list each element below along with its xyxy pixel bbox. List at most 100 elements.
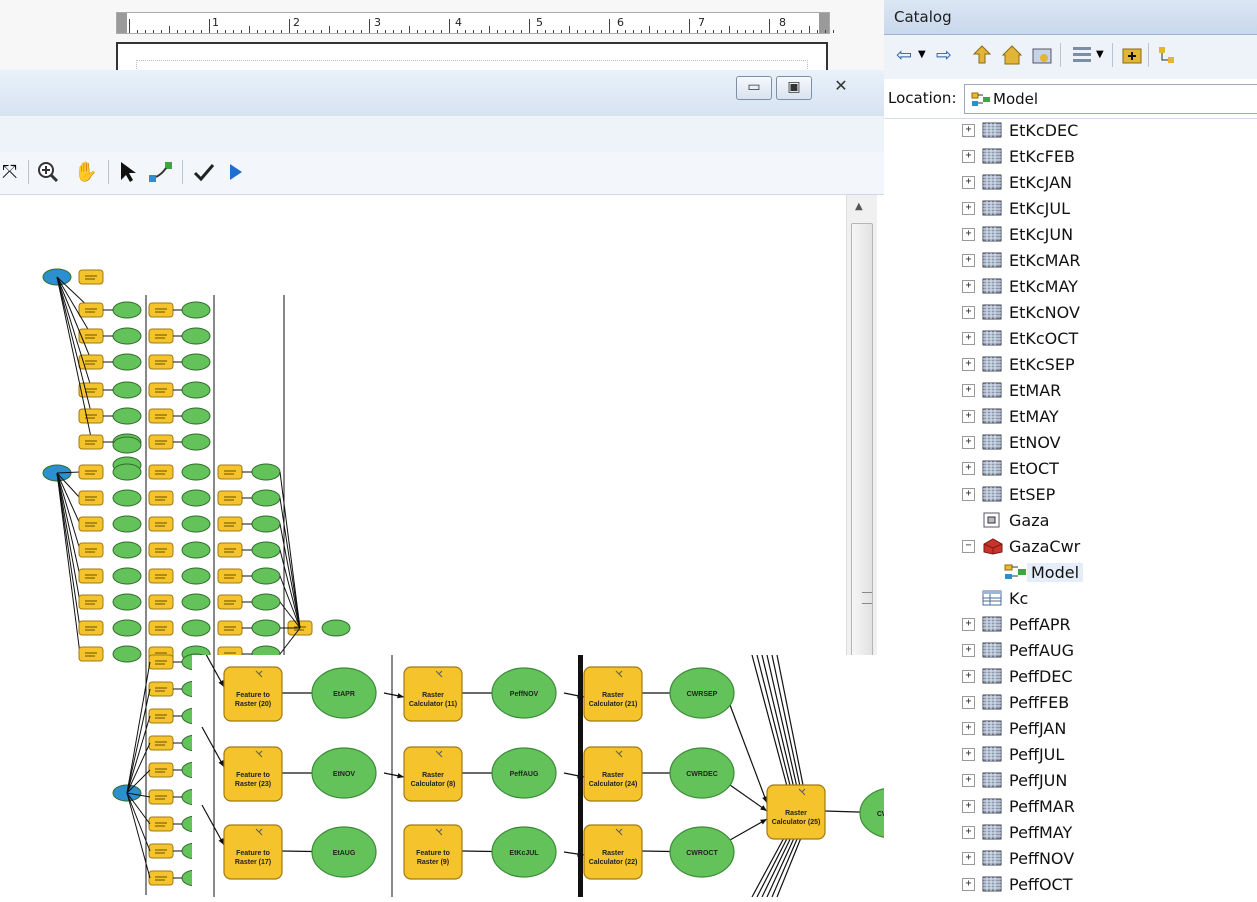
data-node-label: PeffAUG xyxy=(510,771,539,778)
dropdown-icon[interactable]: ▼ xyxy=(918,43,926,67)
validate-check-icon[interactable] xyxy=(192,160,216,184)
close-button[interactable]: ✕ xyxy=(816,76,866,98)
expand-icon[interactable]: + xyxy=(962,878,975,891)
connect-icon[interactable] xyxy=(148,160,174,184)
new-item-icon[interactable] xyxy=(1120,43,1144,67)
catalog-item-etkcjul[interactable]: + EtKcJUL xyxy=(884,196,1257,222)
expand-icon[interactable]: + xyxy=(962,748,975,761)
zoom-in-icon[interactable] xyxy=(36,160,60,184)
expand-icon[interactable]: + xyxy=(962,800,975,813)
expand-icon[interactable]: + xyxy=(962,176,975,189)
home-folder-icon[interactable] xyxy=(1000,43,1024,67)
catalog-item-etmay[interactable]: + EtMAY xyxy=(884,404,1257,430)
catalog-item-label: PeffAPR xyxy=(1009,615,1071,634)
expand-icon[interactable]: + xyxy=(962,826,975,839)
expand-icon[interactable]: + xyxy=(962,618,975,631)
catalog-item-etkcsep[interactable]: + EtKcSEP xyxy=(884,352,1257,378)
catalog-item-kc[interactable]: Kc xyxy=(884,586,1257,612)
catalog-item-etnov[interactable]: + EtNOV xyxy=(884,430,1257,456)
expand-icon[interactable]: + xyxy=(962,436,975,449)
pan-hand-icon[interactable]: ✋ xyxy=(74,160,98,184)
expand-icon[interactable]: + xyxy=(962,852,975,865)
expand-icon[interactable]: + xyxy=(962,150,975,163)
mini-tool-node xyxy=(148,708,174,724)
expand-icon[interactable]: + xyxy=(962,332,975,345)
catalog-item-peffmay[interactable]: + PeffMAY xyxy=(884,820,1257,846)
back-icon[interactable]: ⇦ xyxy=(896,43,912,67)
expand-icon[interactable]: + xyxy=(962,644,975,657)
connect-folder-icon[interactable] xyxy=(1030,43,1054,67)
catalog-item-etkcnov[interactable]: + EtKcNOV xyxy=(884,300,1257,326)
mini-data-node xyxy=(251,489,281,507)
expand-icon[interactable]: + xyxy=(962,358,975,371)
raster-icon xyxy=(982,615,1002,633)
catalog-item-etmar[interactable]: + EtMAR xyxy=(884,378,1257,404)
catalog-item-peffapr[interactable]: + PeffAPR xyxy=(884,612,1257,638)
catalog-item-label: EtKcJUL xyxy=(1009,199,1071,218)
catalog-item-pefffeb[interactable]: + PeffFEB xyxy=(884,690,1257,716)
expand-icon[interactable]: + xyxy=(962,124,975,137)
catalog-item-etkcmar[interactable]: + EtKcMAR xyxy=(884,248,1257,274)
catalog-item-etsep[interactable]: + EtSEP xyxy=(884,482,1257,508)
catalog-item-peffmar[interactable]: + PeffMAR xyxy=(884,794,1257,820)
catalog-title: Catalog xyxy=(884,0,1257,35)
tree-toggle-icon[interactable] xyxy=(1156,43,1180,67)
catalog-item-etkcjan[interactable]: + EtKcJAN xyxy=(884,170,1257,196)
mini-tool-node xyxy=(148,464,174,480)
catalog-item-peffjun[interactable]: + PeffJUN xyxy=(884,768,1257,794)
catalog-item-etkcmay[interactable]: + EtKcMAY xyxy=(884,274,1257,300)
location-input[interactable]: Model xyxy=(964,84,1257,114)
catalog-item-etoct[interactable]: + EtOCT xyxy=(884,456,1257,482)
expand-icon[interactable]: + xyxy=(962,280,975,293)
collapse-icon[interactable]: − xyxy=(962,540,975,553)
dropdown-icon[interactable]: ▼ xyxy=(1096,43,1104,67)
expand-icon[interactable]: + xyxy=(962,384,975,397)
tool-node-label: Calculator (22) xyxy=(589,859,638,866)
run-icon[interactable] xyxy=(226,160,246,184)
window-titlebar[interactable]: ▭ ▣ ✕ xyxy=(0,70,884,117)
catalog-item-etkcjun[interactable]: + EtKcJUN xyxy=(884,222,1257,248)
catalog-item-peffnov[interactable]: + PeffNOV xyxy=(884,846,1257,872)
ruler-mark: 6 xyxy=(617,16,624,29)
mini-data-node xyxy=(112,353,142,371)
forward-icon[interactable]: ⇨ xyxy=(936,43,952,67)
mini-tool-node xyxy=(148,434,174,450)
catalog-item-gazacwr[interactable]: − GazaCwr xyxy=(884,534,1257,560)
catalog-item-peffaug[interactable]: + PeffAUG xyxy=(884,638,1257,664)
catalog-item-etkcoct[interactable]: + EtKcOCT xyxy=(884,326,1257,352)
mini-tool-node xyxy=(78,646,104,662)
minimize-button[interactable]: ▭ xyxy=(736,76,772,100)
catalog-item-model[interactable]: Model xyxy=(884,560,1257,586)
up-folder-icon[interactable] xyxy=(970,43,994,67)
mini-tool-node xyxy=(217,620,243,636)
catalog-item-peffjul[interactable]: + PeffJUL xyxy=(884,742,1257,768)
expand-icon[interactable]: + xyxy=(962,488,975,501)
catalog-item-label: PeffMAY xyxy=(1009,823,1073,842)
catalog-item-etkcdec[interactable]: + EtKcDEC xyxy=(884,118,1257,144)
pan-arrows-icon[interactable]: ⤧ xyxy=(2,160,17,184)
catalog-item-label: EtNOV xyxy=(1009,433,1061,452)
catalog-item-label: PeffFEB xyxy=(1009,693,1070,712)
catalog-item-gaza[interactable]: Gaza xyxy=(884,508,1257,534)
view-options-icon[interactable] xyxy=(1070,43,1094,67)
catalog-item-peffdec[interactable]: + PeffDEC xyxy=(884,664,1257,690)
expand-icon[interactable]: + xyxy=(962,774,975,787)
catalog-item-etkcfeb[interactable]: + EtKcFEB xyxy=(884,144,1257,170)
expand-icon[interactable]: + xyxy=(962,696,975,709)
maximize-button[interactable]: ▣ xyxy=(776,76,812,100)
expand-icon[interactable]: + xyxy=(962,670,975,683)
catalog-item-peffjan[interactable]: + PeffJAN xyxy=(884,716,1257,742)
catalog-item-peffoct[interactable]: + PeffOCT xyxy=(884,872,1257,898)
expand-icon[interactable]: + xyxy=(962,722,975,735)
expand-icon[interactable]: + xyxy=(962,306,975,319)
expand-icon[interactable]: + xyxy=(962,228,975,241)
expand-icon[interactable]: + xyxy=(962,254,975,267)
expand-icon[interactable]: + xyxy=(962,462,975,475)
expand-icon[interactable]: + xyxy=(962,202,975,215)
raster-icon xyxy=(982,225,1002,243)
mini-tool-node xyxy=(148,762,174,778)
expand-icon[interactable]: + xyxy=(962,410,975,423)
mini-data-node xyxy=(251,541,281,559)
catalog-item-label: PeffDEC xyxy=(1009,667,1073,686)
select-icon[interactable] xyxy=(118,160,138,184)
